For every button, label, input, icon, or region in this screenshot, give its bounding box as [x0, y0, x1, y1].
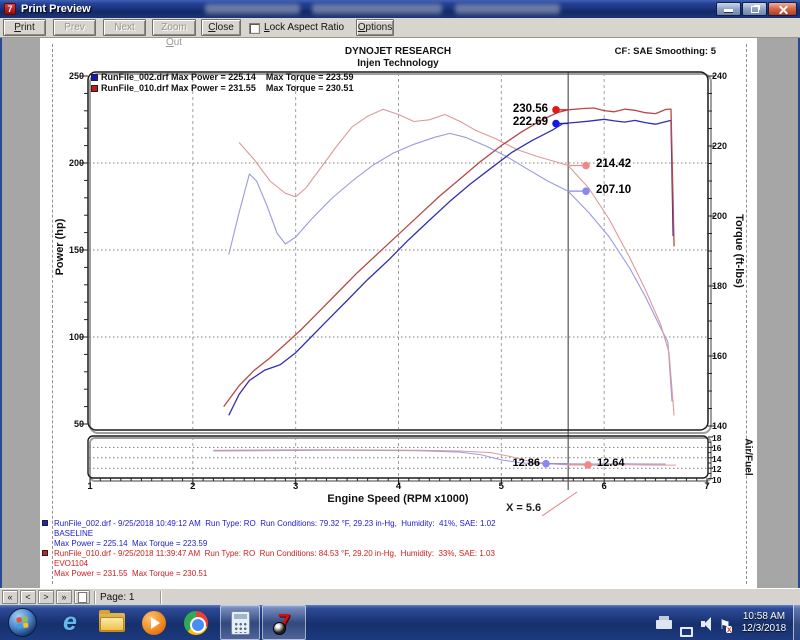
- window-border-left: [0, 18, 2, 605]
- last-page-button[interactable]: »: [56, 590, 72, 604]
- redacted-title-text: [205, 4, 300, 14]
- page-icon: [78, 592, 87, 603]
- lock-aspect-ratio-label: Lock Aspect Ratio: [264, 22, 344, 33]
- windows-logo-icon: [16, 616, 29, 629]
- media-player-icon: [142, 611, 166, 635]
- app-icon: 7: [4, 3, 16, 15]
- page-setup-button[interactable]: [74, 590, 90, 604]
- taskbar-internet-explorer[interactable]: e: [50, 605, 90, 640]
- statusbar-separator: [94, 591, 96, 604]
- taskbar: e 7 ⚑ x 10:58 AM 12/3/2018: [0, 605, 800, 640]
- zoom-out-button[interactable]: Zoom Out: [152, 19, 196, 36]
- statusbar-separator: [160, 591, 162, 604]
- prev-page-button[interactable]: <: [20, 590, 36, 604]
- print-button[interactable]: Print: [3, 19, 46, 36]
- internet-explorer-icon: e: [63, 608, 77, 637]
- clock-time: 10:58 AM: [735, 611, 793, 623]
- taskbar-media-player[interactable]: [134, 605, 174, 640]
- prev-button[interactable]: Prev: [53, 19, 96, 36]
- taskbar-file-explorer[interactable]: [92, 605, 132, 640]
- page-margin-left: [52, 44, 53, 584]
- close-button[interactable]: Close: [201, 19, 241, 36]
- calculator-icon: [231, 611, 250, 635]
- minimize-icon: [724, 9, 733, 12]
- options-button[interactable]: Options: [356, 19, 394, 36]
- preview-area: [0, 38, 800, 588]
- network-tray-icon[interactable]: [680, 627, 693, 637]
- redacted-title-text: [312, 4, 442, 14]
- redacted-title-text: [455, 4, 560, 14]
- report-page: [40, 38, 757, 588]
- taskbar-chrome[interactable]: [176, 605, 216, 640]
- restore-button[interactable]: [742, 2, 767, 16]
- window-title: Print Preview: [21, 3, 91, 15]
- next-button[interactable]: Next: [103, 19, 146, 36]
- print-preview-toolbar: Print Prev Next Zoom Out Close Lock Aspe…: [0, 18, 800, 38]
- minimize-button[interactable]: [716, 2, 741, 16]
- taskbar-dynojet-winpep[interactable]: 7: [262, 605, 306, 640]
- page-indicator: Page: 1: [100, 592, 134, 603]
- close-window-button[interactable]: [768, 2, 797, 16]
- dynojet-icon: 7: [278, 609, 291, 636]
- start-button[interactable]: [8, 608, 37, 637]
- show-desktop-button[interactable]: [793, 605, 800, 640]
- lock-aspect-ratio-checkbox[interactable]: [249, 23, 260, 34]
- taskbar-clock[interactable]: 10:58 AM 12/3/2018: [735, 611, 793, 635]
- page-margin-right: [746, 44, 747, 584]
- folder-icon: [99, 613, 125, 632]
- action-center-alert-badge: x: [726, 626, 732, 633]
- statusbar: « < > » Page: 1: [0, 588, 800, 605]
- taskbar-calculator[interactable]: [220, 605, 260, 640]
- clock-date: 12/3/2018: [735, 623, 793, 635]
- first-page-button[interactable]: «: [2, 590, 18, 604]
- window-titlebar: 7 Print Preview: [0, 0, 800, 18]
- chrome-icon: [184, 611, 208, 635]
- printer-tray-icon[interactable]: [656, 620, 672, 629]
- restore-icon: [751, 6, 759, 13]
- screen: 7 Print Preview Print Prev Next Zoom Out…: [0, 0, 800, 640]
- next-page-button[interactable]: >: [38, 590, 54, 604]
